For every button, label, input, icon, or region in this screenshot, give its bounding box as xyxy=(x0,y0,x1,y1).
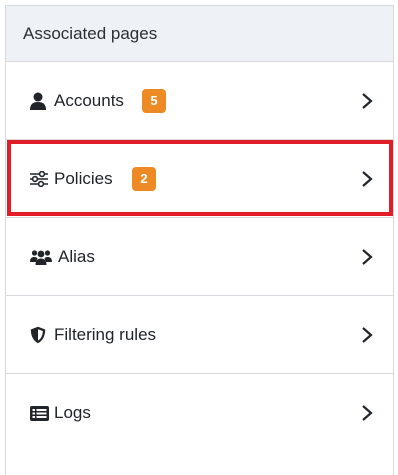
sliders-icon xyxy=(30,170,50,188)
chevron-right-icon xyxy=(362,405,373,421)
count-badge: 2 xyxy=(132,166,156,191)
nav-item-accounts[interactable]: Accounts 5 xyxy=(6,62,393,140)
nav-item-logs[interactable]: Logs xyxy=(6,374,393,452)
nav-item-label: Alias xyxy=(58,246,95,266)
chevron-right-icon xyxy=(362,326,373,343)
associated-pages-panel: Associated pages Accounts 5 Policies 2 A… xyxy=(5,5,394,475)
nav-item-policies[interactable]: Policies 2 xyxy=(6,140,393,218)
panel-title: Associated pages xyxy=(23,23,158,43)
nav-item-label: Logs xyxy=(54,403,91,422)
nav-item-alias[interactable]: Alias xyxy=(6,218,393,296)
nav-item-label: Filtering rules xyxy=(54,324,157,344)
count-badge: 5 xyxy=(142,88,166,113)
chevron-right-icon xyxy=(362,248,373,265)
shield-icon xyxy=(30,326,50,344)
nav-item-filtering-rules[interactable]: Filtering rules xyxy=(6,296,393,374)
user-icon xyxy=(30,92,50,110)
chevron-right-icon xyxy=(362,170,373,187)
nav-item-label: Accounts xyxy=(54,90,124,110)
chevron-right-icon xyxy=(362,92,373,109)
panel-header: Associated pages xyxy=(6,6,393,62)
nav-item-label: Policies xyxy=(54,168,113,188)
list-icon xyxy=(30,404,50,422)
users-icon xyxy=(30,248,54,266)
